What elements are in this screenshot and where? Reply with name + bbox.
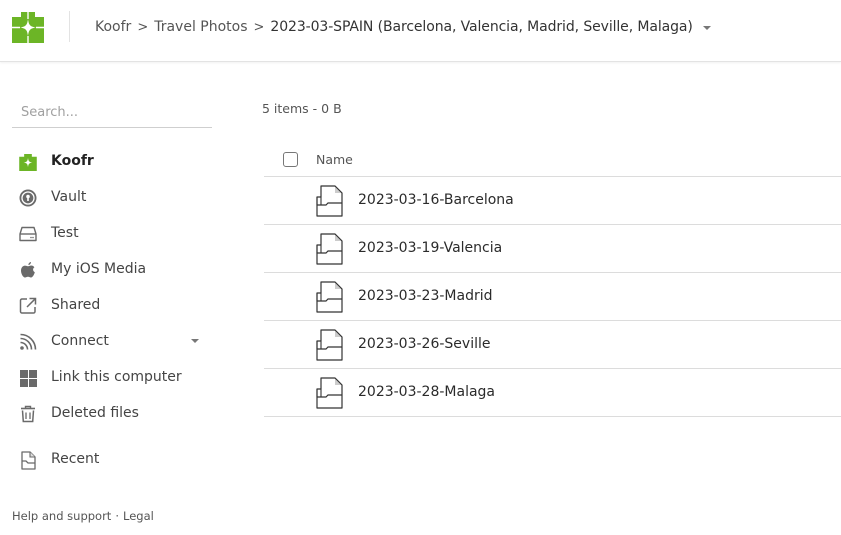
- column-header-name[interactable]: Name: [316, 152, 353, 167]
- file-list-header: Name: [264, 144, 841, 177]
- sidebar-item-label: Recent: [51, 451, 100, 467]
- sidebar-item-label: Test: [51, 225, 79, 241]
- sidebar-item-label: Koofr: [51, 153, 94, 169]
- sidebar-item-deleted-files[interactable]: Deleted files: [0, 396, 230, 430]
- connect-icon: [18, 332, 38, 352]
- apple-icon: [18, 260, 38, 280]
- file-name[interactable]: 2023-03-28-Malaga: [358, 384, 495, 400]
- sidebar-item-koofr[interactable]: Koofr: [0, 144, 230, 178]
- shared-link-icon: [18, 296, 38, 316]
- header-divider: [69, 11, 70, 42]
- breadcrumb-separator: >: [253, 19, 265, 35]
- sidebar-item-test[interactable]: Test: [0, 216, 230, 250]
- footer-links: Help and support · Legal: [12, 509, 154, 523]
- help-and-support-link[interactable]: Help and support: [12, 509, 111, 523]
- file-row[interactable]: 2023-03-26-Seville: [264, 321, 841, 369]
- folder-icon: [316, 377, 343, 409]
- select-all-checkbox[interactable]: [283, 152, 298, 167]
- sidebar-item-label: Shared: [51, 297, 101, 313]
- footer-separator: ·: [115, 509, 119, 523]
- folder-icon: [316, 329, 343, 361]
- file-list: Name 2023-03-16-Barcelona 2023-03-19-Val…: [264, 144, 841, 417]
- sidebar-item-label: Link this computer: [51, 369, 182, 385]
- breadcrumb-koofr[interactable]: Koofr: [95, 19, 131, 35]
- recent-icon: [18, 450, 38, 470]
- breadcrumb-travel-photos[interactable]: Travel Photos: [154, 19, 247, 35]
- folder-icon: [316, 185, 343, 217]
- sidebar-item-label: Vault: [51, 189, 87, 205]
- top-header: Koofr > Travel Photos > 2023-03-SPAIN (B…: [0, 0, 841, 62]
- drive-icon: [18, 224, 38, 244]
- windows-icon: [18, 368, 38, 388]
- file-name[interactable]: 2023-03-16-Barcelona: [358, 192, 514, 208]
- trash-icon: [18, 404, 38, 424]
- folder-icon: [316, 281, 343, 313]
- file-row[interactable]: 2023-03-23-Madrid: [264, 273, 841, 321]
- file-name[interactable]: 2023-03-23-Madrid: [358, 288, 493, 304]
- file-row[interactable]: 2023-03-28-Malaga: [264, 369, 841, 417]
- vault-icon: [18, 188, 38, 208]
- items-summary: 5 items - 0 B: [262, 101, 342, 116]
- sidebar-item-link-this-computer[interactable]: Link this computer: [0, 360, 230, 394]
- file-name[interactable]: 2023-03-19-Valencia: [358, 240, 502, 256]
- file-name[interactable]: 2023-03-26-Seville: [358, 336, 490, 352]
- file-row[interactable]: 2023-03-19-Valencia: [264, 225, 841, 273]
- search-input[interactable]: [12, 98, 212, 128]
- folder-icon: [316, 233, 343, 265]
- connect-dropdown-caret-icon[interactable]: [191, 339, 199, 343]
- file-row[interactable]: 2023-03-16-Barcelona: [264, 177, 841, 225]
- folder-menu-caret-icon[interactable]: [702, 25, 711, 30]
- breadcrumb-current-folder[interactable]: 2023-03-SPAIN (Barcelona, Valencia, Madr…: [270, 19, 692, 35]
- sidebar-item-connect[interactable]: Connect: [0, 324, 230, 358]
- sidebar-item-label: Connect: [51, 333, 109, 349]
- sidebar-item-my-ios-media[interactable]: My iOS Media: [0, 252, 230, 286]
- legal-link[interactable]: Legal: [123, 509, 154, 523]
- breadcrumb: Koofr > Travel Photos > 2023-03-SPAIN (B…: [95, 17, 711, 37]
- sidebar-item-shared[interactable]: Shared: [0, 288, 230, 322]
- breadcrumb-separator: >: [137, 19, 149, 35]
- koofr-logo-icon: [18, 152, 38, 172]
- sidebar-item-label: Deleted files: [51, 405, 139, 421]
- koofr-logo-icon[interactable]: [12, 12, 44, 43]
- sidebar-item-recent[interactable]: Recent: [0, 442, 230, 476]
- sidebar-item-label: My iOS Media: [51, 261, 147, 277]
- sidebar-item-vault[interactable]: Vault: [0, 180, 230, 214]
